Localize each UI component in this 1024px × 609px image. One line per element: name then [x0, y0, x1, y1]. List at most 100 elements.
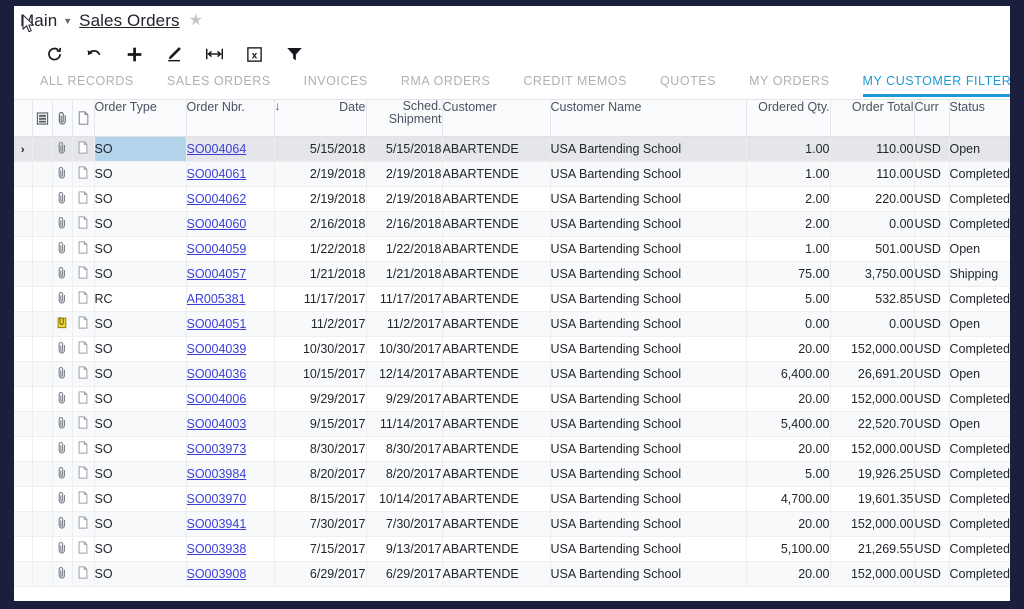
paperclip-icon[interactable] [57, 416, 67, 432]
edit-button[interactable] [154, 40, 194, 68]
table-row[interactable]: SO SO004051 11/2/2017 11/2/2017 ABARTENDE USA… [14, 311, 1010, 337]
row-marker-cell[interactable]: › [14, 136, 33, 162]
tab-sales-orders[interactable]: SALES ORDERS [167, 72, 293, 97]
cell-order-nbr[interactable]: SO004003 [186, 411, 275, 437]
note-page-icon[interactable] [78, 165, 88, 182]
note-page-icon[interactable] [78, 540, 88, 557]
table-row[interactable]: SO SO004006 9/29/2017 9/29/2017 ABARTENDE USA… [14, 386, 1010, 412]
note-page-icon[interactable] [78, 240, 88, 257]
order-nbr-link[interactable]: SO004057 [187, 267, 247, 281]
order-nbr-link[interactable]: SO004060 [187, 217, 247, 231]
undo-button[interactable] [74, 40, 114, 68]
header-status[interactable]: Status [949, 100, 1010, 137]
table-row[interactable]: SO SO003908 6/29/2017 6/29/2017 ABARTENDE USA… [14, 561, 1010, 587]
table-row[interactable]: SO SO004060 2/16/2018 2/16/2018 ABARTENDE USA… [14, 211, 1010, 237]
chevron-down-icon[interactable]: ▼ [63, 16, 72, 26]
header-grid-settings[interactable] [32, 100, 53, 137]
note-page-icon[interactable] [78, 290, 88, 307]
tab-all-records[interactable]: ALL RECORDS [40, 72, 156, 97]
order-nbr-link[interactable]: SO003908 [187, 567, 247, 581]
filter-button[interactable] [274, 40, 314, 68]
header-customer[interactable]: Customer [442, 100, 551, 137]
row-marker-cell[interactable] [14, 161, 33, 187]
tab-my-customer-filter[interactable]: MY CUSTOMER FILTER [862, 72, 1010, 97]
cell-order-nbr[interactable]: SO004059 [186, 236, 275, 262]
tab-my-orders[interactable]: MY ORDERS [749, 72, 851, 97]
table-row[interactable]: SO SO003984 8/20/2017 8/20/2017 ABARTENDE USA… [14, 461, 1010, 487]
row-marker-cell[interactable] [14, 311, 33, 337]
paperclip-icon[interactable] [57, 166, 67, 182]
paperclip-icon[interactable] [57, 291, 67, 307]
table-row[interactable]: SO SO003941 7/30/2017 7/30/2017 ABARTENDE USA… [14, 511, 1010, 537]
note-page-icon[interactable] [78, 215, 88, 232]
paperclip-icon[interactable] [57, 191, 67, 207]
table-row[interactable]: SO SO004036 10/15/2017 12/14/2017 ABARTENDE U… [14, 361, 1010, 387]
paperclip-icon[interactable] [57, 216, 67, 232]
note-page-icon[interactable] [78, 265, 88, 282]
table-row[interactable]: SO SO004057 1/21/2018 1/21/2018 ABARTENDE USA… [14, 261, 1010, 287]
paperclip-icon[interactable] [57, 491, 67, 507]
row-marker-cell[interactable] [14, 486, 33, 512]
fit-columns-button[interactable] [194, 40, 234, 68]
table-row[interactable]: SO SO004061 2/19/2018 2/19/2018 ABARTENDE USA… [14, 161, 1010, 187]
order-nbr-link[interactable]: SO003941 [187, 517, 247, 531]
cell-order-nbr[interactable]: SO004057 [186, 261, 275, 287]
row-marker-cell[interactable] [14, 186, 33, 212]
note-page-icon[interactable] [78, 390, 88, 407]
table-row[interactable]: SO SO003938 7/15/2017 9/13/2017 ABARTENDE USA… [14, 536, 1010, 562]
order-nbr-link[interactable]: SO004036 [187, 367, 247, 381]
header-order-nbr[interactable]: Order Nbr. [186, 100, 275, 137]
cell-order-nbr[interactable]: SO003908 [186, 561, 275, 587]
row-marker-cell[interactable] [14, 286, 33, 312]
table-row[interactable]: SO SO004039 10/30/2017 10/30/2017 ABARTENDE U… [14, 336, 1010, 362]
star-icon[interactable]: ★ [189, 13, 203, 29]
paperclip-icon[interactable] [57, 441, 67, 457]
paperclip-icon[interactable] [57, 466, 67, 482]
order-nbr-link[interactable]: SO004003 [187, 417, 247, 431]
cell-order-nbr[interactable]: SO004051 [186, 311, 275, 337]
paperclip-icon[interactable] [57, 366, 67, 382]
order-nbr-link[interactable]: SO003973 [187, 442, 247, 456]
note-page-icon[interactable] [78, 190, 88, 207]
cell-order-nbr[interactable]: SO004060 [186, 211, 275, 237]
order-nbr-link[interactable]: SO004062 [187, 192, 247, 206]
paperclip-icon[interactable] [57, 112, 68, 128]
row-marker-cell[interactable] [14, 261, 33, 287]
row-marker-cell[interactable] [14, 211, 33, 237]
table-row[interactable]: RC AR005381 11/17/2017 11/17/2017 ABARTENDE U… [14, 286, 1010, 312]
cell-order-nbr[interactable]: SO003970 [186, 486, 275, 512]
table-row[interactable]: SO SO004003 9/15/2017 11/14/2017 ABARTENDE US… [14, 411, 1010, 437]
table-row[interactable]: SO SO004062 2/19/2018 2/19/2018 ABARTENDE USA… [14, 186, 1010, 212]
header-customer-name[interactable]: Customer Name [550, 100, 747, 137]
note-page-icon[interactable] [78, 465, 88, 482]
header-attachments[interactable] [52, 100, 73, 137]
tab-invoices[interactable]: INVOICES [304, 72, 390, 97]
order-nbr-link[interactable]: SO004051 [187, 317, 247, 331]
note-page-icon[interactable] [78, 340, 88, 357]
paperclip-icon[interactable] [57, 391, 67, 407]
note-page-icon[interactable] [78, 440, 88, 457]
row-marker-cell[interactable] [14, 411, 33, 437]
paperclip-icon[interactable] [57, 341, 67, 357]
refresh-button[interactable] [34, 40, 74, 68]
paperclip-icon[interactable] [57, 516, 67, 532]
paperclip-icon[interactable] [57, 266, 67, 282]
cell-order-nbr[interactable]: SO004039 [186, 336, 275, 362]
header-order-type[interactable]: Order Type [94, 100, 187, 137]
tab-quotes[interactable]: QUOTES [660, 72, 738, 97]
table-row[interactable]: › SO SO004064 5/15/2018 5/15/2018 ABARTENDE US… [14, 136, 1010, 162]
header-ordered-qty[interactable]: Ordered Qty. [746, 100, 831, 137]
header-curr[interactable]: Curr [914, 100, 950, 137]
cell-order-nbr[interactable]: SO003941 [186, 511, 275, 537]
breadcrumb-module[interactable]: Main [20, 11, 57, 31]
order-nbr-link[interactable]: SO003938 [187, 542, 247, 556]
table-row[interactable]: SO SO004059 1/22/2018 1/22/2018 ABARTENDE USA… [14, 236, 1010, 262]
order-nbr-link[interactable]: SO004061 [187, 167, 247, 181]
cell-order-nbr[interactable]: SO003973 [186, 436, 275, 462]
order-nbr-link[interactable]: SO004006 [187, 392, 247, 406]
tab-rma-orders[interactable]: RMA ORDERS [401, 72, 513, 97]
table-row[interactable]: SO SO003973 8/30/2017 8/30/2017 ABARTENDE USA… [14, 436, 1010, 462]
note-page-icon[interactable] [78, 111, 89, 128]
order-nbr-link[interactable]: SO004059 [187, 242, 247, 256]
cell-order-nbr[interactable]: SO003984 [186, 461, 275, 487]
